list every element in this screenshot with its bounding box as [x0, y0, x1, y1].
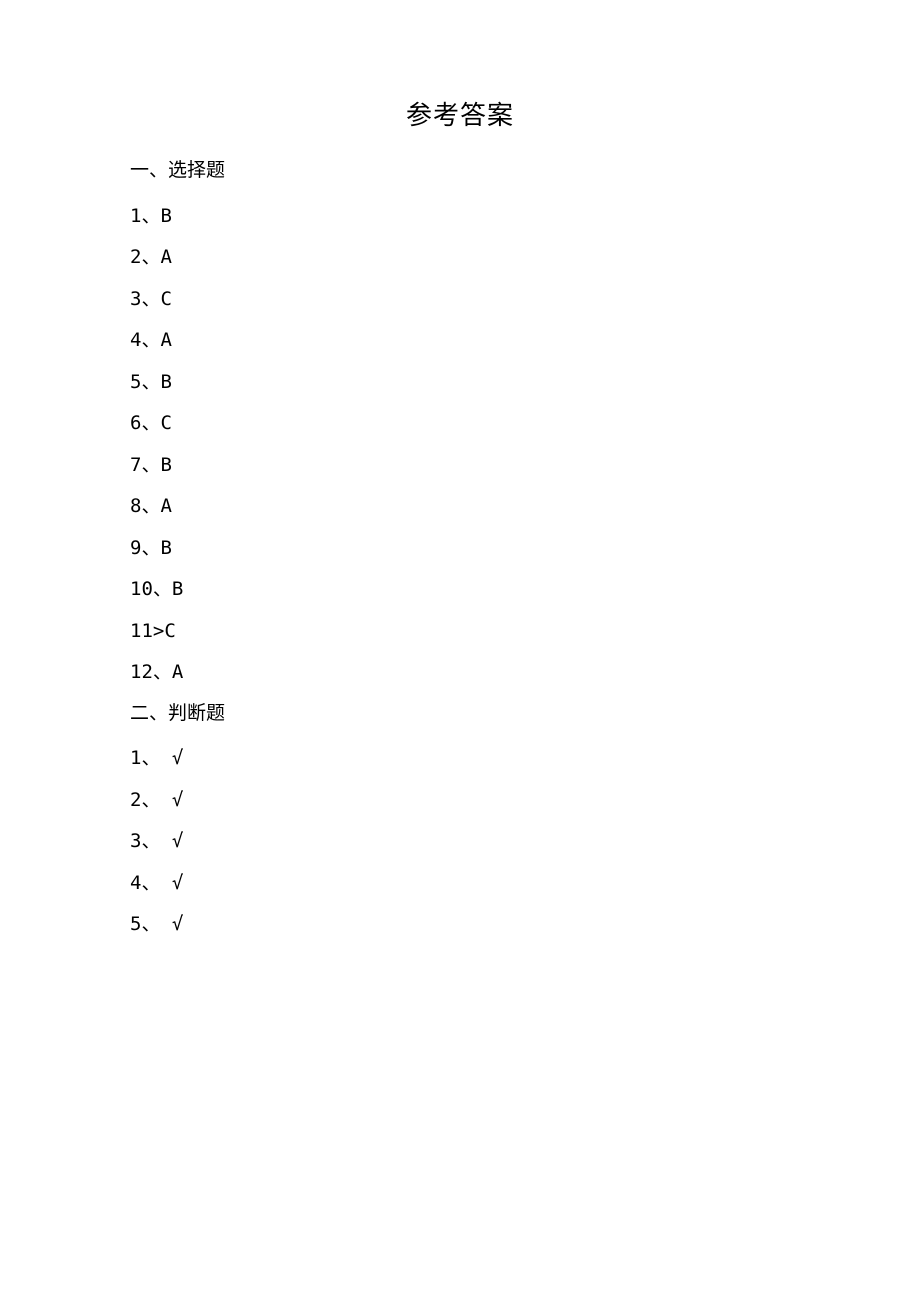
answer-item: 6、C	[130, 409, 790, 438]
answer-item: 5、 √	[130, 910, 790, 939]
page-title: 参考答案	[130, 95, 790, 132]
answer-item: 4、 √	[130, 869, 790, 898]
answer-item: 8、A	[130, 492, 790, 521]
answer-item: 10、B	[130, 575, 790, 604]
section-1-heading: 一、选择题	[130, 157, 790, 186]
answer-item: 2、A	[130, 243, 790, 272]
answer-item: 3、C	[130, 285, 790, 314]
answer-item: 1、 √	[130, 744, 790, 773]
section-2: 二、判断题 1、 √ 2、 √ 3、 √ 4、 √ 5、 √	[130, 700, 790, 939]
answer-item: 7、B	[130, 451, 790, 480]
answer-item: 12、A	[130, 658, 790, 687]
answer-item: 3、 √	[130, 827, 790, 856]
answer-item: 4、A	[130, 326, 790, 355]
answer-item: 2、 √	[130, 786, 790, 815]
document-page: 参考答案 一、选择题 1、B 2、A 3、C 4、A 5、B 6、C 7、B 8…	[0, 0, 920, 939]
answer-item: 1、B	[130, 202, 790, 231]
answer-item: 9、B	[130, 534, 790, 563]
answer-item: 11>C	[130, 617, 790, 646]
section-2-heading: 二、判断题	[130, 700, 790, 729]
section-1: 一、选择题 1、B 2、A 3、C 4、A 5、B 6、C 7、B 8、A 9、…	[130, 157, 790, 687]
answer-item: 5、B	[130, 368, 790, 397]
